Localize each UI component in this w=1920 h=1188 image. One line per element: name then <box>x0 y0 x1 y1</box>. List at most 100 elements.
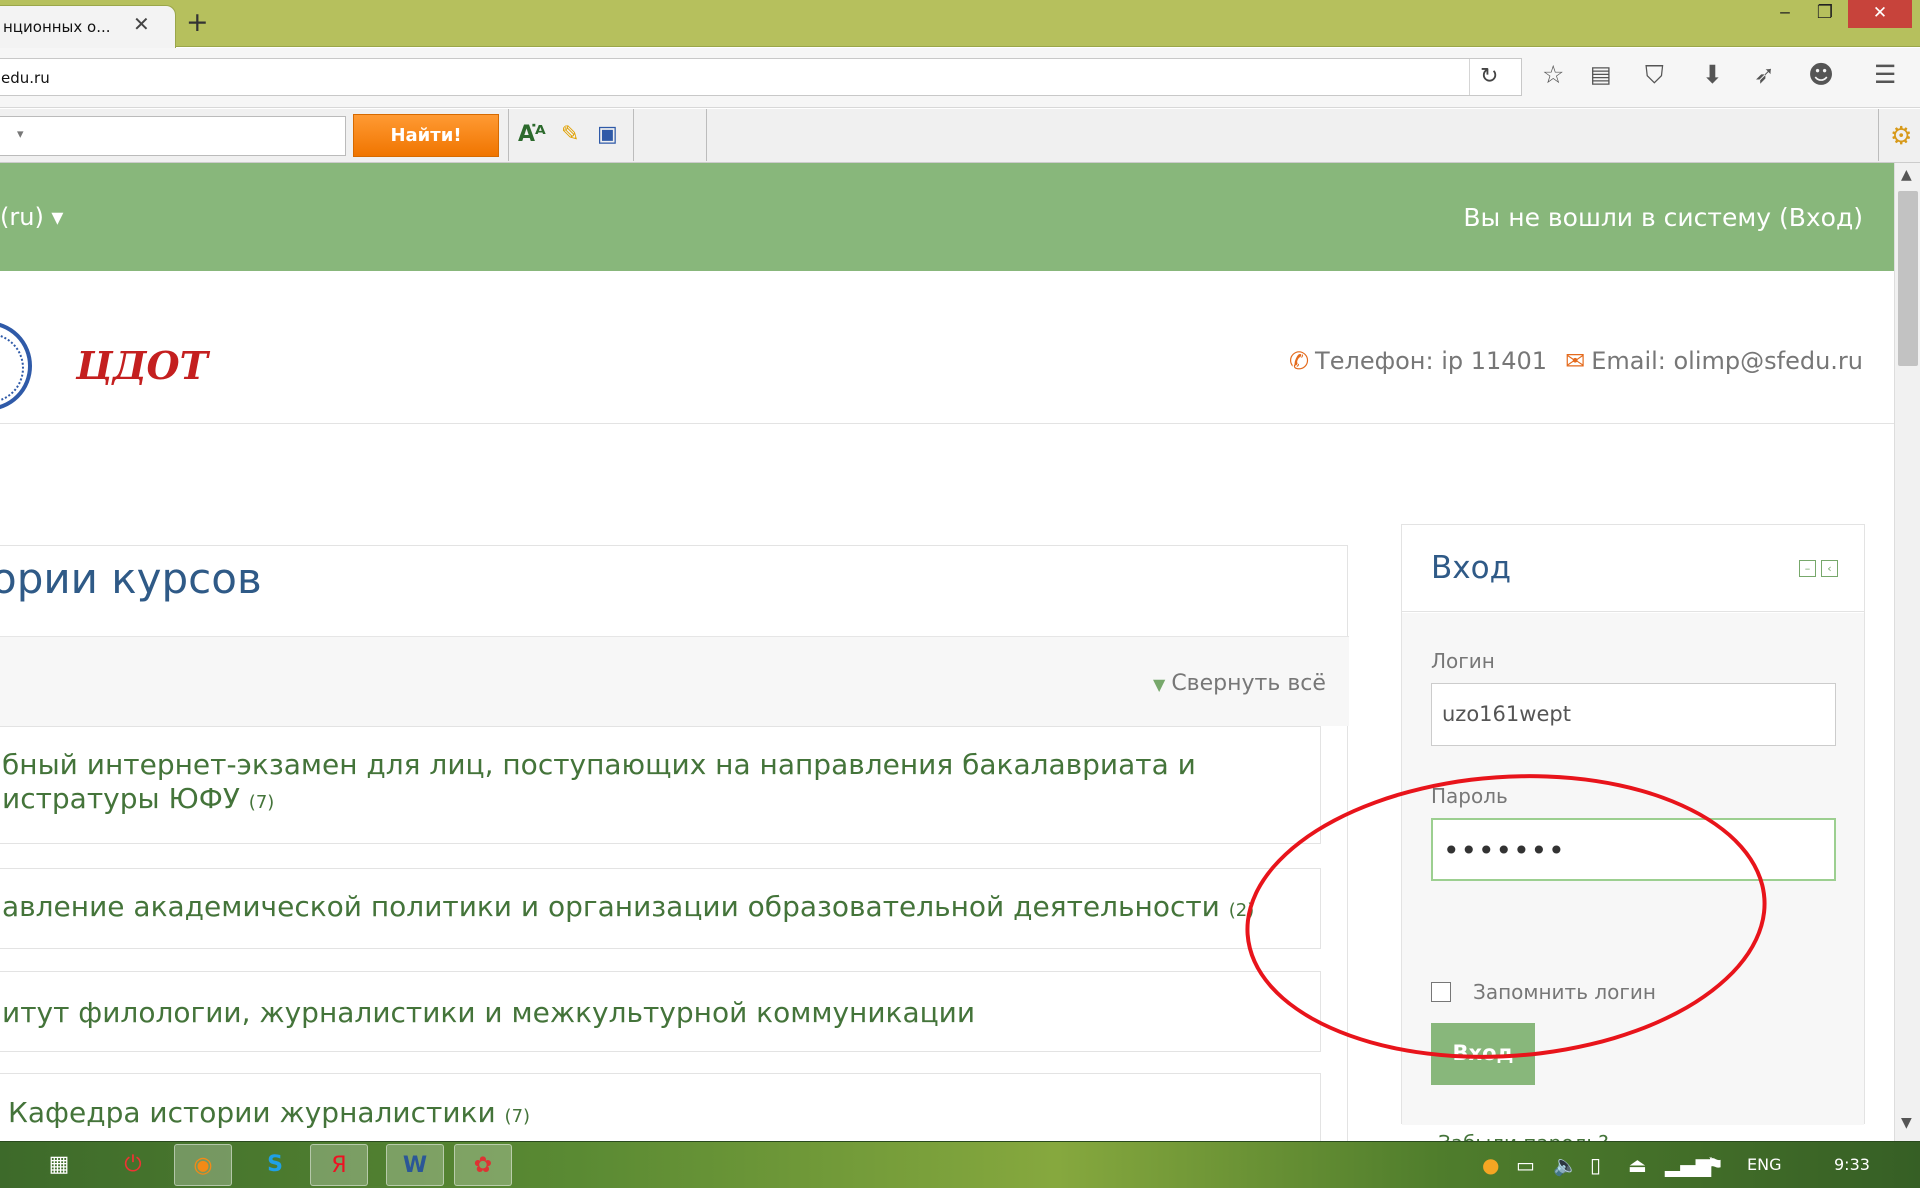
web-page: (ru) ▾ Вы не вошли в систему (Вход) ЦДОТ… <box>0 163 1894 1141</box>
browser-tab-bar: нционных о... ✕ + ‒ ❐ ✕ <box>0 0 1920 48</box>
scroll-up-icon[interactable]: ▲ <box>1901 167 1912 183</box>
university-seal-logo[interactable] <box>0 321 32 411</box>
category-name-cont: истратуры ЮФУ <box>2 782 240 815</box>
login-block: Вход – ‹ Логин uzo161wept Пароль •••••••… <box>1401 524 1865 1141</box>
tray-monitor-icon[interactable]: ▭ <box>1516 1153 1535 1177</box>
chevron-down-icon[interactable]: ▾ <box>17 127 24 142</box>
course-categories-block: ории курсов ▼ Свернуть всё бный интернет-… <box>0 545 1349 1141</box>
toolbar-divider <box>633 109 634 161</box>
email-text[interactable]: Email: olimp@sfedu.ru <box>1591 347 1863 375</box>
toolbar-divider <box>706 109 707 161</box>
toolbar-divider <box>1878 109 1879 161</box>
category-item[interactable]: бный интернет-экзамен для лиц, поступающ… <box>0 726 1321 844</box>
page-view-icon[interactable]: ▣ <box>597 121 618 149</box>
category-item[interactable]: авление академической политики и организ… <box>0 868 1321 949</box>
translate-icon[interactable]: A͘ᴬ <box>518 121 546 149</box>
skype-icon[interactable]: S <box>246 1144 304 1186</box>
clock[interactable]: 9:33 <box>1834 1155 1870 1174</box>
dock-block-icon[interactable]: ‹ <box>1821 560 1838 577</box>
top-nav-bar: (ru) ▾ Вы не вошли в систему (Вход) <box>0 163 1894 271</box>
input-language[interactable]: ENG <box>1747 1155 1781 1174</box>
close-window-button[interactable]: ✕ <box>1848 0 1912 28</box>
search-button[interactable]: Найти! <box>353 114 499 157</box>
login-heading: Вход <box>1431 550 1512 586</box>
category-count: (7) <box>504 1106 531 1127</box>
reading-list-icon[interactable]: ▤ <box>1590 61 1612 89</box>
category-link[interactable]: авление академической политики и организ… <box>2 890 1254 928</box>
triangle-down-icon: ▼ <box>1153 675 1166 694</box>
paint-icon[interactable]: ✿ <box>454 1144 512 1186</box>
new-tab-icon[interactable]: + <box>186 8 209 38</box>
mail-icon: ✉ <box>1565 347 1586 375</box>
usb-icon[interactable]: ⏏ <box>1628 1153 1647 1177</box>
flag-icon[interactable]: ⚑ <box>1706 1153 1724 1177</box>
toolbar-search-input[interactable]: ▾ <box>0 116 346 156</box>
power-icon[interactable]: ⏻ <box>104 1144 162 1186</box>
forgot-password-link[interactable]: Забыли пароль? <box>1438 1131 1609 1141</box>
category-name: итут филологии, журналистики и межкульту… <box>2 996 976 1029</box>
category-item[interactable]: Кафедра истории журналистики (7) <box>0 1073 1321 1141</box>
hide-block-icon[interactable]: – <box>1799 560 1816 577</box>
search-toolbar: ▾ Найти! A͘ᴬ ✎ ▣ ⚙ <box>0 109 1920 163</box>
username-label: Логин <box>1431 649 1495 673</box>
menu-icon[interactable]: ☰ <box>1874 61 1896 89</box>
battery-icon[interactable]: ▯ <box>1590 1153 1601 1177</box>
firefox-icon[interactable]: ◉ <box>174 1144 232 1186</box>
collapse-all-link[interactable]: ▼ Свернуть всё <box>1153 671 1326 696</box>
contact-info: ✆ Телефон: ip 11401 ✉ Email: olimp@sfedu.ru <box>1289 347 1863 375</box>
address-divider <box>1469 59 1470 95</box>
category-link[interactable]: итут филологии, журналистики и межкульту… <box>2 996 975 1034</box>
category-name: бный интернет-экзамен для лиц, поступающ… <box>2 748 1196 781</box>
login-button[interactable]: Вход <box>1431 1023 1535 1085</box>
category-name: авление академической политики и организ… <box>2 890 1220 923</box>
yandex-icon[interactable]: Я <box>310 1144 368 1186</box>
send-icon[interactable]: ➶ <box>1754 61 1775 89</box>
address-bar[interactable]: edu.ru ↻ <box>0 58 1522 96</box>
url-text[interactable]: edu.ru <box>1 69 50 87</box>
language-menu[interactable]: (ru) ▾ <box>0 203 63 231</box>
chat-icon[interactable]: ☻ <box>1808 61 1834 89</box>
categories-heading: ории курсов <box>0 554 262 603</box>
screen: нционных о... ✕ + ‒ ❐ ✕ edu.ru ↻ ☆ ▤ ⛉ ⬇… <box>0 0 1920 1188</box>
categories-toolbar: ▼ Свернуть всё <box>0 636 1349 726</box>
login-block-header: Вход – ‹ <box>1402 525 1864 612</box>
scroll-down-icon[interactable]: ▼ <box>1901 1115 1912 1131</box>
bookmark-star-icon[interactable]: ☆ <box>1542 61 1564 89</box>
category-name: Кафедра истории журналистики <box>8 1096 496 1129</box>
word-icon[interactable]: W <box>386 1144 444 1186</box>
pocket-icon[interactable]: ⛉ <box>1645 61 1664 89</box>
remember-checkbox[interactable] <box>1431 982 1451 1002</box>
toolbar-divider <box>508 109 509 161</box>
browser-nav-bar: edu.ru ↻ <box>0 48 1920 108</box>
username-input[interactable]: uzo161wept <box>1431 683 1836 746</box>
category-item[interactable]: итут филологии, журналистики и межкульту… <box>0 971 1321 1052</box>
restore-button[interactable]: ❐ <box>1805 0 1845 28</box>
category-count: (7) <box>248 792 275 813</box>
page-scrollbar[interactable]: ▲ ▼ <box>1894 163 1920 1141</box>
calculator-icon[interactable]: ▦ <box>30 1144 88 1186</box>
taskbar: ▦ ⏻ ◉ S Я W ✿ ● ▭ 🔈 ▯ ⏏ ▂▄▆ ⚑ ENG 9:33 <box>0 1141 1920 1188</box>
tab-close-icon[interactable]: ✕ <box>133 14 150 34</box>
tab-title: нционных о... <box>3 18 111 36</box>
browser-tab[interactable]: нционных о... ✕ <box>0 5 176 48</box>
signal-icon[interactable]: ▂▄▆ <box>1665 1153 1711 1177</box>
reload-icon[interactable]: ↻ <box>1480 64 1498 89</box>
gear-icon[interactable]: ⚙ <box>1890 121 1912 150</box>
volume-icon[interactable]: 🔈 <box>1553 1153 1578 1177</box>
minimize-button[interactable]: ‒ <box>1765 0 1805 28</box>
collapse-all-label: Свернуть всё <box>1171 671 1326 696</box>
scrollbar-thumb[interactable] <box>1898 191 1918 366</box>
login-status-link[interactable]: Вы не вошли в систему (Вход) <box>1463 203 1863 232</box>
category-link[interactable]: бный интернет-экзамен для лиц, поступающ… <box>2 748 1196 820</box>
password-input[interactable]: ••••••• <box>1431 818 1836 881</box>
download-icon[interactable]: ⬇ <box>1702 61 1723 89</box>
category-count: (2) <box>1228 900 1255 921</box>
site-logo-text[interactable]: ЦДОТ <box>76 343 208 388</box>
phone-icon: ✆ <box>1288 347 1310 375</box>
category-link[interactable]: Кафедра истории журналистики (7) <box>8 1096 530 1134</box>
remember-label[interactable]: Запомнить логин <box>1473 980 1656 1004</box>
phone-text: Телефон: ip 11401 <box>1315 347 1548 375</box>
password-label: Пароль <box>1431 784 1508 808</box>
tray-app-icon[interactable]: ● <box>1482 1153 1499 1177</box>
highlighter-icon[interactable]: ✎ <box>561 121 579 149</box>
